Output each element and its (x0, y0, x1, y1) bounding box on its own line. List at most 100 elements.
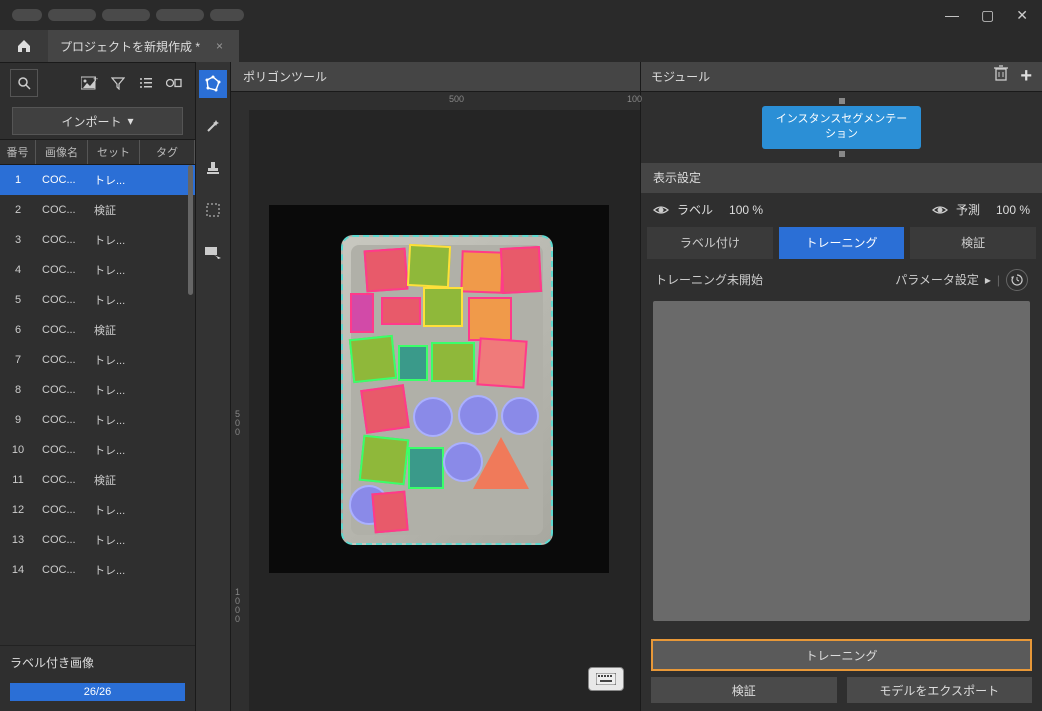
tab-validation[interactable]: 検証 (910, 227, 1036, 259)
list-icon[interactable] (135, 72, 157, 94)
block[interactable] (360, 384, 410, 434)
tab-labeling[interactable]: ラベル付け (647, 227, 773, 259)
label-visibility-toggle[interactable] (653, 204, 669, 216)
canvas-viewport[interactable] (249, 110, 640, 711)
titlebar: — ▢ ✕ (0, 0, 1042, 30)
col-tag[interactable]: タグ (140, 140, 195, 164)
block[interactable] (413, 397, 453, 437)
module-chip[interactable]: インスタンスセグメンテー ション (762, 106, 922, 149)
import-button[interactable]: インポート ▾ (12, 107, 183, 135)
keyboard-button[interactable] (588, 667, 624, 691)
tool-column (195, 62, 231, 711)
table-row[interactable]: 12COC...トレ... (0, 495, 195, 525)
polygon-tool-button[interactable] (199, 70, 227, 98)
import-label: インポート (61, 113, 121, 130)
export-model-button[interactable]: モデルをエクスポート (847, 677, 1033, 703)
select-tool-button[interactable] (199, 196, 227, 224)
table-row[interactable]: 11COC...検証 (0, 465, 195, 495)
home-icon (16, 38, 32, 54)
table-row[interactable]: 9COC...トレ... (0, 405, 195, 435)
block[interactable] (476, 337, 527, 388)
canvas-area: ポリゴンツール 500 100 5 0 0 1 0 0 0 (231, 62, 640, 711)
tray-selection[interactable] (341, 235, 553, 545)
right-panel: モジュール + インスタンスセグメンテー ション 表示設定 ラベル 100 % (640, 62, 1042, 711)
block[interactable] (431, 342, 475, 382)
tab-training[interactable]: トレーニング (779, 227, 905, 259)
home-tab[interactable] (0, 30, 48, 62)
table-row[interactable]: 6COC...検証 (0, 315, 195, 345)
block[interactable] (349, 335, 397, 383)
polygon-tool-icon (204, 75, 222, 93)
progress-text: 26/26 (84, 686, 112, 698)
canvas-header: ポリゴンツール (231, 62, 640, 92)
image-list: 1COC...トレ...2COC...検証3COC...トレ...4COC...… (0, 165, 195, 645)
block[interactable] (460, 250, 503, 293)
table-row[interactable]: 10COC...トレ... (0, 435, 195, 465)
block[interactable] (458, 395, 498, 435)
table-header: 番号 画像名 セット タグ (0, 139, 195, 165)
training-log (653, 301, 1030, 621)
block[interactable] (423, 287, 463, 327)
trash-icon (994, 65, 1008, 81)
project-tab[interactable]: プロジェクトを新規作成 * × (48, 30, 239, 62)
param-settings-link[interactable]: パラメータ設定 (895, 271, 979, 288)
maximize-button[interactable]: ▢ (975, 3, 1000, 28)
titlebar-menu-placeholder (8, 9, 244, 21)
block[interactable] (359, 435, 410, 486)
table-row[interactable]: 5COC...トレ... (0, 285, 195, 315)
col-number[interactable]: 番号 (0, 140, 36, 164)
table-row[interactable]: 7COC...トレ... (0, 345, 195, 375)
table-row[interactable]: 14COC...トレ... (0, 555, 195, 585)
progress-bar: 26/26 (10, 683, 185, 701)
delete-module-button[interactable] (994, 65, 1008, 88)
label-text: ラベル (677, 201, 713, 218)
block[interactable] (407, 244, 451, 288)
history-button[interactable] (1006, 269, 1028, 291)
block[interactable] (500, 246, 542, 294)
dropdown-icon: ▾ (127, 114, 133, 128)
magic-wand-tool-button[interactable] (199, 112, 227, 140)
ruler-horizontal: 500 100 (249, 92, 640, 110)
table-row[interactable]: 3COC...トレ... (0, 225, 195, 255)
project-tab-title: プロジェクトを新規作成 * (60, 38, 200, 55)
block[interactable] (371, 491, 408, 534)
connector-top (839, 98, 845, 104)
col-image-name[interactable]: 画像名 (36, 140, 88, 164)
table-row[interactable]: 2COC...検証 (0, 195, 195, 225)
block[interactable] (408, 447, 444, 489)
connector-bottom (839, 151, 845, 157)
col-set[interactable]: セット (88, 140, 140, 164)
predict-visibility-toggle[interactable] (932, 204, 948, 216)
block[interactable] (501, 397, 539, 435)
close-tab-button[interactable]: × (216, 39, 223, 53)
magic-wand-icon (205, 118, 221, 134)
start-training-button[interactable]: トレーニング (651, 639, 1032, 671)
table-row[interactable]: 8COC...トレ... (0, 375, 195, 405)
block[interactable] (350, 293, 374, 333)
view-mode-icon[interactable] (163, 72, 185, 94)
minimize-button[interactable]: — (939, 3, 965, 27)
stamp-tool-button[interactable] (199, 154, 227, 182)
validate-button[interactable]: 検証 (651, 677, 837, 703)
table-row[interactable]: 13COC...トレ... (0, 525, 195, 555)
scrollbar-thumb[interactable] (188, 165, 193, 295)
filter-icon[interactable] (107, 72, 129, 94)
ruler-vertical: 5 0 0 1 0 0 0 (231, 110, 249, 711)
block[interactable] (468, 297, 512, 341)
selection-icon (205, 202, 221, 218)
add-module-button[interactable]: + (1020, 65, 1032, 88)
predict-text: 予測 (956, 201, 980, 218)
close-window-button[interactable]: ✕ (1010, 3, 1034, 28)
chevron-right-icon: ▸ (985, 273, 991, 287)
roi-tool-button[interactable] (199, 238, 227, 266)
block[interactable] (364, 248, 409, 293)
history-icon (1011, 274, 1023, 286)
block[interactable] (398, 345, 428, 381)
table-row[interactable]: 1COC...トレ... (0, 165, 195, 195)
search-button[interactable] (10, 69, 38, 97)
block[interactable] (381, 297, 421, 325)
add-image-icon[interactable]: + (79, 72, 101, 94)
table-row[interactable]: 4COC...トレ... (0, 255, 195, 285)
training-status-text: トレーニング未開始 (655, 271, 763, 288)
block[interactable] (473, 437, 529, 489)
